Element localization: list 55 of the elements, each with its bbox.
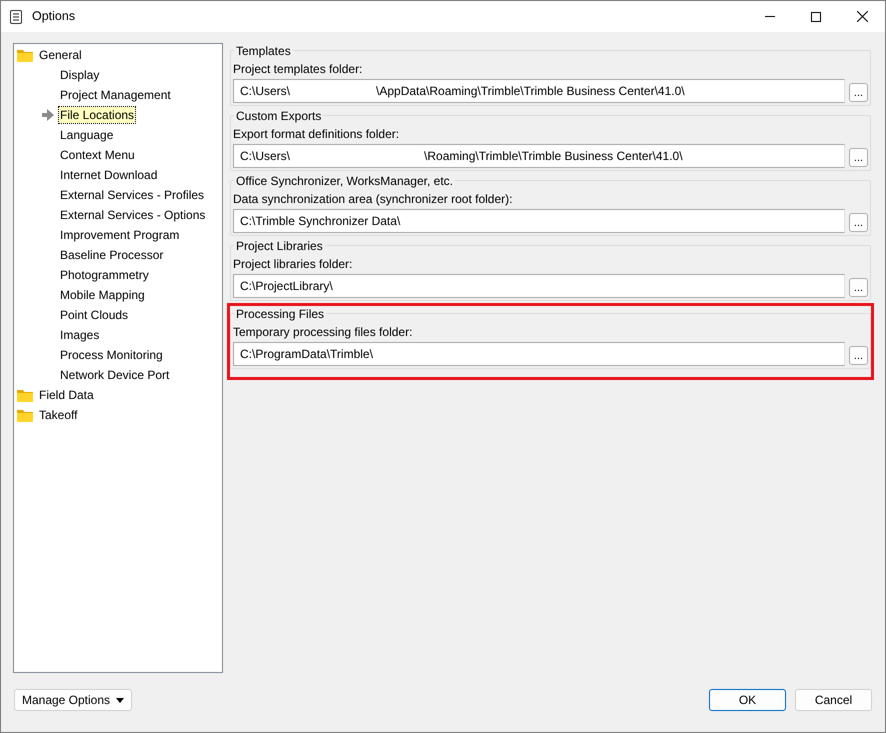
arrow-icon <box>42 109 54 121</box>
caret-icon <box>116 698 124 702</box>
window-title: Options <box>32 8 76 26</box>
tree-item[interactable]: Images <box>59 327 100 343</box>
tree-item[interactable]: Improvement Program <box>59 227 180 243</box>
folder-icon <box>17 408 33 422</box>
path-field[interactable]: C:\Users\ \AppData\Roaming\Trimble\Trimble Business Center\41.0\ <box>233 79 845 103</box>
path-field[interactable]: C:\Users\ \Roaming\Trimble\Trimble Business Center\41.0\ <box>233 144 845 168</box>
browse-button[interactable]: ... <box>849 83 868 102</box>
browse-button[interactable]: ... <box>849 148 868 167</box>
ok-button[interactable]: OK <box>709 689 786 711</box>
path-text: C:\ProgramData\Trimble\ <box>240 346 373 363</box>
group-title: Office Synchronizer, WorksManager, etc. <box>234 173 455 189</box>
tree-item[interactable]: Takeoff <box>38 407 78 423</box>
tree-item[interactable]: Internet Download <box>59 167 158 183</box>
tree-item[interactable]: External Services - Options <box>59 207 206 223</box>
tree-item[interactable]: Mobile Mapping <box>59 287 146 303</box>
manage-options-button[interactable]: Manage Options <box>14 689 132 711</box>
tree-item[interactable]: Context Menu <box>59 147 136 163</box>
group-title: Templates <box>234 43 293 59</box>
tree-item[interactable]: Baseline Processor <box>59 247 164 263</box>
tree-item[interactable]: External Services - Profiles <box>59 187 206 203</box>
tree-item[interactable]: Process Monitoring <box>59 347 164 363</box>
path-text: C:\ProjectLibrary\ <box>240 278 333 295</box>
group-title: Project Libraries <box>234 238 325 254</box>
field-label: Export format definitions folder: <box>233 126 400 142</box>
path-text: \Roaming\Trimble\Trimble Business Center\41.0\ <box>424 148 683 165</box>
path-field[interactable]: C:\ProjectLibrary\ <box>233 274 845 298</box>
field-label: Project templates folder: <box>233 61 364 77</box>
field-label: Project libraries folder: <box>233 256 354 272</box>
path-field[interactable]: C:\Trimble Synchronizer Data\ <box>233 209 845 233</box>
path-text: \AppData\Roaming\Trimble\Trimble Business Center\41.0\ <box>376 83 685 100</box>
document-icon <box>10 10 22 24</box>
browse-button[interactable]: ... <box>849 346 868 365</box>
browse-button[interactable]: ... <box>849 278 868 297</box>
tree-item[interactable]: File Locations <box>59 107 136 123</box>
tree-item[interactable]: Point Clouds <box>59 307 130 323</box>
tree-item[interactable]: Photogrammetry <box>59 267 150 283</box>
tree-item[interactable]: Project Management <box>59 87 172 103</box>
folder-icon <box>17 48 33 62</box>
browse-button[interactable]: ... <box>849 213 868 232</box>
tree-item[interactable]: General <box>38 47 83 63</box>
field-label: Temporary processing files folder: <box>233 324 414 340</box>
path-text: C:\Trimble Synchronizer Data\ <box>240 213 400 230</box>
tree-item[interactable]: Language <box>59 127 114 143</box>
tree-item[interactable]: Display <box>59 67 100 83</box>
path-field[interactable]: C:\ProgramData\Trimble\ <box>233 342 845 366</box>
tree-item[interactable]: Network Device Port <box>59 367 170 383</box>
tree-item[interactable]: Field Data <box>38 387 95 403</box>
field-label: Data synchronization area (synchronizer root folder): <box>233 191 514 207</box>
path-text: C:\Users\ <box>240 83 290 100</box>
group-title: Processing Files <box>234 306 326 322</box>
folder-icon <box>17 388 33 402</box>
cancel-button[interactable]: Cancel <box>795 689 872 711</box>
path-text: C:\Users\ <box>240 148 290 165</box>
